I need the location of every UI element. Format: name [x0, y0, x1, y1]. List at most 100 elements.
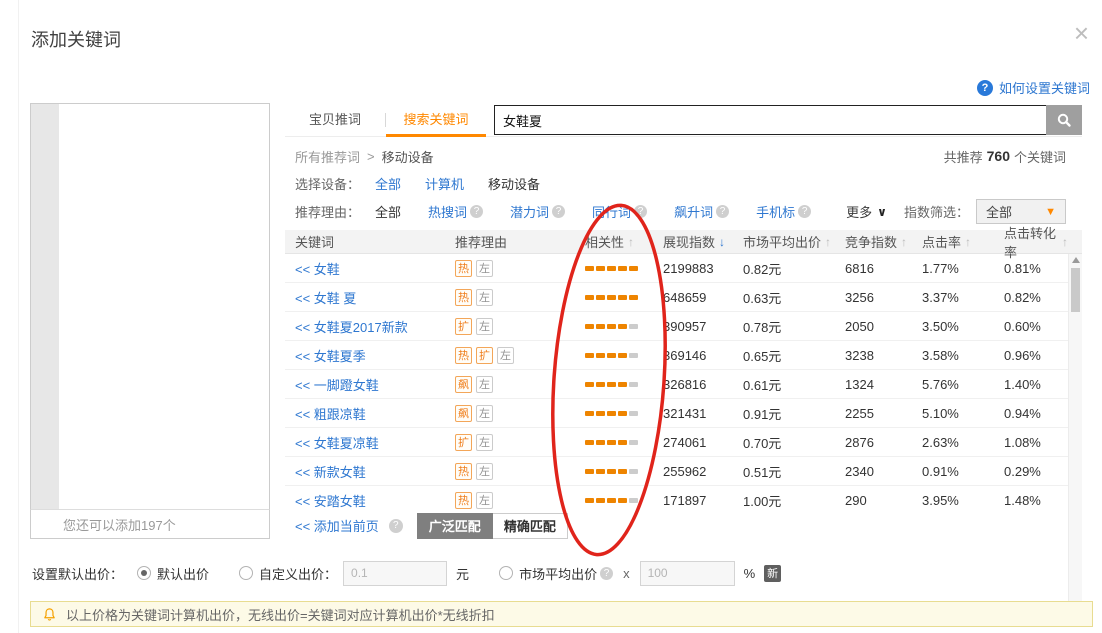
- add-current-page-link[interactable]: << 添加当前页: [295, 516, 379, 535]
- keyword-link[interactable]: << 女鞋夏凉鞋: [295, 433, 379, 452]
- relevance-bar-segment: [618, 469, 627, 474]
- help-icon[interactable]: ?: [716, 205, 729, 218]
- help-icon[interactable]: ?: [634, 205, 647, 218]
- relevance-bar-segment: [607, 469, 616, 474]
- device-option-0[interactable]: 全部: [375, 174, 401, 193]
- ctr-cell: 3.50%: [912, 319, 994, 334]
- reason-option-3[interactable]: 同行词?: [592, 202, 647, 221]
- reason-option-4[interactable]: 飙升词?: [674, 202, 729, 221]
- reason-badge: 左: [476, 289, 493, 306]
- impressions-cell: 255962: [653, 464, 733, 479]
- reason-option-2[interactable]: 潜力词?: [510, 202, 565, 221]
- breadcrumb: 所有推荐词 > 移动设备 共推荐 760 个关键词: [295, 147, 1082, 165]
- sort-arrow-icon[interactable]: ↑: [1062, 235, 1068, 249]
- column-header-0: 关键词: [285, 232, 445, 251]
- help-icon[interactable]: ?: [552, 205, 565, 218]
- device-option-1[interactable]: 计算机: [425, 174, 464, 193]
- relevance-bar-segment: [618, 411, 627, 416]
- sort-arrow-icon[interactable]: ↑: [965, 235, 971, 249]
- avg-bid-cell: 0.78元: [733, 317, 835, 336]
- keyword-link[interactable]: << 女鞋: [295, 259, 340, 278]
- reason-option-5[interactable]: 手机标?: [756, 202, 811, 221]
- market-bid-option[interactable]: 市场平均出价: [499, 564, 597, 583]
- custom-bid-radio[interactable]: [239, 566, 253, 580]
- index-filter-dropdown[interactable]: 全部 ▼: [976, 199, 1066, 224]
- keyword-cell: << 女鞋夏季: [285, 346, 445, 365]
- market-bid-help-icon[interactable]: ?: [600, 567, 613, 580]
- bell-icon: [42, 607, 57, 622]
- help-icon[interactable]: ?: [470, 205, 483, 218]
- relevance-bar-segment: [596, 469, 605, 474]
- relevance-cell: [575, 469, 653, 474]
- table-scrollbar[interactable]: [1068, 254, 1082, 613]
- cvr-cell: 0.94%: [994, 406, 1068, 421]
- column-header-2[interactable]: 相关性↑: [575, 232, 653, 251]
- breadcrumb-root[interactable]: 所有推荐词: [295, 147, 360, 166]
- market-percent-input[interactable]: [640, 561, 735, 586]
- exact-match-button[interactable]: 精确匹配: [493, 513, 568, 539]
- keyword-cell: << 安踏女鞋: [285, 491, 445, 510]
- more-label: 更多: [846, 202, 872, 221]
- reason-cell: 飙左: [445, 376, 575, 393]
- sort-arrow-icon[interactable]: ↓: [719, 235, 725, 249]
- help-icon[interactable]: ?: [389, 519, 403, 533]
- cvr-cell: 0.29%: [994, 464, 1068, 479]
- device-option-label: 全部: [375, 174, 401, 193]
- question-icon: ?: [977, 80, 993, 96]
- more-button[interactable]: 更多 ∨: [846, 202, 887, 221]
- column-header-6[interactable]: 点击率↑: [912, 232, 994, 251]
- tab-search-keywords[interactable]: 搜索关键词: [386, 103, 486, 137]
- reason-option-0[interactable]: 全部: [375, 202, 401, 221]
- help-icon[interactable]: ?: [798, 205, 811, 218]
- bid-settings-label: 设置默认出价：: [32, 564, 123, 583]
- keyword-link[interactable]: << 女鞋 夏: [295, 288, 356, 307]
- reason-cell: 热左: [445, 492, 575, 509]
- impressions-cell: 274061: [653, 435, 733, 450]
- total-suffix: 个关键词: [1014, 147, 1066, 166]
- competition-cell: 6816: [835, 261, 912, 276]
- scrollbar-thumb[interactable]: [1071, 268, 1080, 312]
- relevance-cell: [575, 382, 653, 387]
- sort-arrow-icon[interactable]: ↑: [901, 235, 907, 249]
- column-header-5[interactable]: 竞争指数↑: [835, 232, 912, 251]
- reason-badge: 左: [476, 376, 493, 393]
- relevance-bar-segment: [596, 498, 605, 503]
- keyword-link[interactable]: << 安踏女鞋: [295, 491, 366, 510]
- default-bid-option[interactable]: 默认出价: [137, 564, 209, 583]
- ctr-cell: 2.63%: [912, 435, 994, 450]
- keyword-link[interactable]: << 女鞋夏季: [295, 346, 366, 365]
- search-button[interactable]: [1046, 105, 1082, 135]
- competition-cell: 2050: [835, 319, 912, 334]
- keyword-link[interactable]: << 新款女鞋: [295, 462, 366, 481]
- relevance-bar-segment: [607, 498, 616, 503]
- search-input[interactable]: [494, 105, 1046, 135]
- broad-match-button[interactable]: 广泛匹配: [417, 513, 493, 539]
- market-bid-radio[interactable]: [499, 566, 513, 580]
- avg-bid-cell: 0.61元: [733, 375, 835, 394]
- column-header-4[interactable]: 市场平均出价↑: [733, 232, 835, 251]
- keyword-cell: << 一脚蹬女鞋: [285, 375, 445, 394]
- keyword-link[interactable]: << 粗跟凉鞋: [295, 404, 366, 423]
- reason-option-1[interactable]: 热搜词?: [428, 202, 483, 221]
- notice-text: 以上价格为关键词计算机出价，无线出价=关键词对应计算机出价*无线折扣: [66, 605, 495, 624]
- relevance-bar-segment: [596, 353, 605, 358]
- help-link[interactable]: ? 如何设置关键词: [977, 78, 1090, 97]
- custom-bid-option[interactable]: 自定义出价：: [239, 564, 337, 583]
- filter-section: 所有推荐词 > 移动设备 共推荐 760 个关键词 选择设备： 全部计算机移动设…: [285, 147, 1082, 221]
- default-bid-radio[interactable]: [137, 566, 151, 580]
- sort-arrow-icon[interactable]: ↑: [825, 235, 831, 249]
- keyword-recommend-panel: 宝贝推词 搜索关键词 所有推荐词 > 移动设备 共推荐 760 个关键词: [285, 103, 1082, 540]
- custom-bid-input[interactable]: [343, 561, 447, 586]
- sort-arrow-icon[interactable]: ↑: [628, 235, 634, 249]
- reason-badge: 左: [476, 405, 493, 422]
- keyword-link[interactable]: << 女鞋夏2017新款: [295, 317, 408, 336]
- relevance-bar-segment: [607, 411, 616, 416]
- relevance-cell: [575, 498, 653, 503]
- device-option-2[interactable]: 移动设备: [488, 174, 540, 193]
- keyword-link[interactable]: << 一脚蹬女鞋: [295, 375, 379, 394]
- close-icon[interactable]: ×: [1074, 20, 1089, 46]
- scroll-up-icon[interactable]: [1072, 257, 1080, 263]
- tab-item-recommend[interactable]: 宝贝推词: [285, 103, 385, 137]
- reason-cell: 扩左: [445, 434, 575, 451]
- column-header-3[interactable]: 展现指数↓: [653, 232, 733, 251]
